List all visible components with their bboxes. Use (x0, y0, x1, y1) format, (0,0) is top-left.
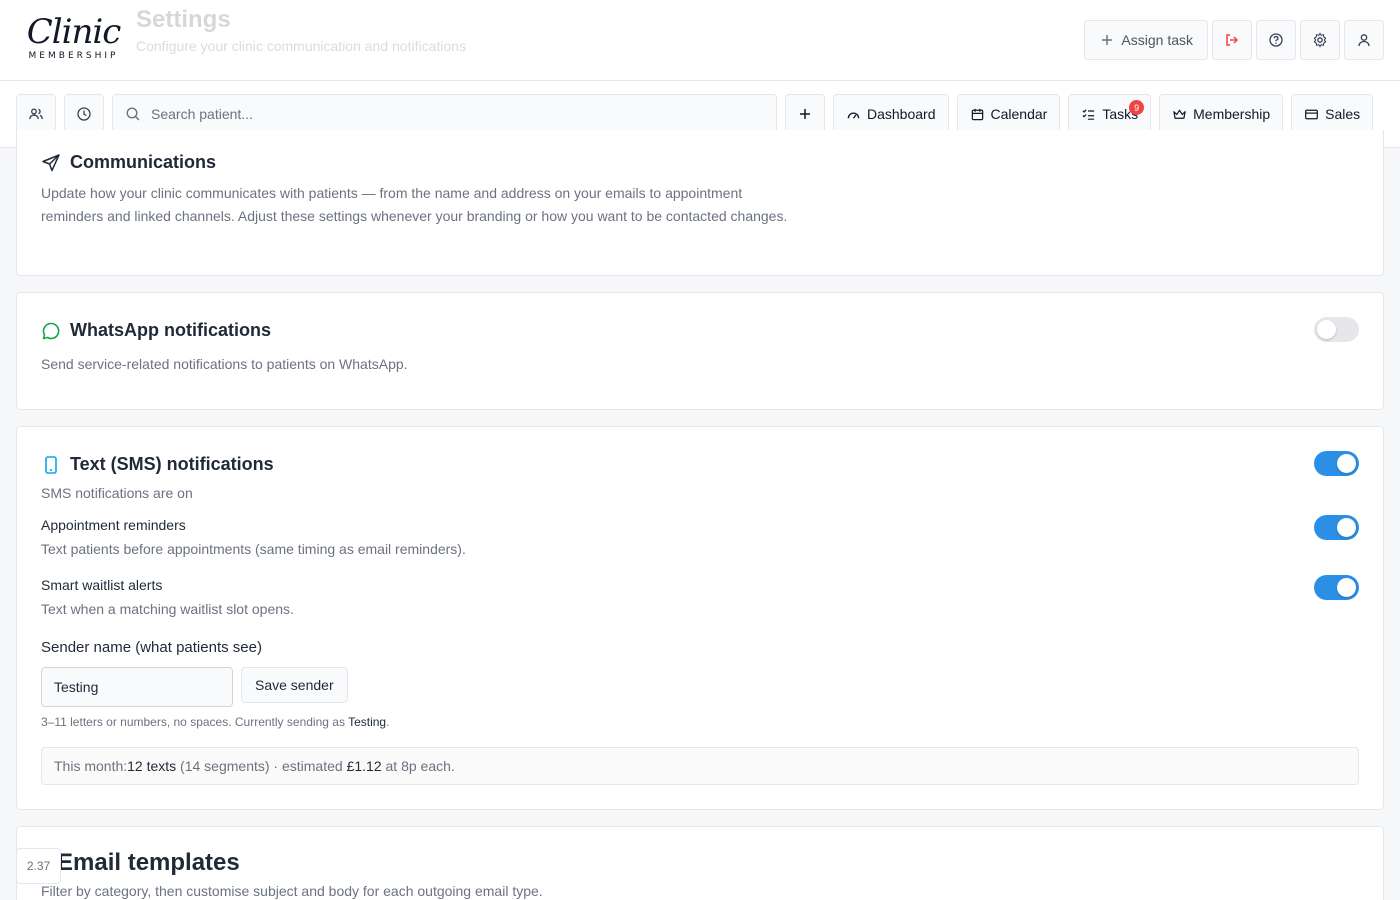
sms-toggle[interactable] (1314, 451, 1359, 476)
top-bar: Settings Configure your clinic communica… (0, 0, 1400, 81)
usage-prefix: This month: (54, 758, 128, 774)
communications-title: Communications (70, 152, 217, 172)
crown-icon (1173, 109, 1186, 119)
whatsapp-header: WhatsApp notifications (41, 320, 271, 341)
sms-status: SMS notifications are on (41, 485, 193, 501)
add-button[interactable] (785, 94, 825, 134)
nav-membership[interactable]: Membership (1159, 94, 1284, 134)
sender-hint: 3–11 letters or numbers, no spaces. Curr… (41, 715, 389, 729)
logo-script: Clinic (26, 12, 122, 52)
communications-header: Communications (41, 152, 216, 173)
waitlist-alerts-title: Smart waitlist alerts (41, 577, 163, 593)
waitlist-alerts-toggle[interactable] (1314, 575, 1359, 600)
toggle-knob (1337, 454, 1356, 473)
usage-cost: £1.12 (346, 758, 382, 774)
logout-icon (1226, 34, 1239, 46)
logout-button[interactable] (1212, 20, 1252, 60)
plus-icon (1102, 35, 1113, 45)
communications-card: Communications Update how your clinic co… (16, 130, 1384, 276)
settings-button[interactable] (1300, 20, 1340, 60)
email-templates-title: Email templates (57, 849, 240, 876)
sms-header: Text (SMS) notifications (41, 454, 274, 475)
tasks-count-badge: 9 (1129, 100, 1145, 115)
page-title: Settings (136, 6, 231, 33)
whatsapp-card: WhatsApp notifications Send service-rela… (16, 292, 1384, 410)
phone-icon (45, 455, 57, 474)
nav-membership-label: Membership (1193, 106, 1271, 122)
appointment-reminders-toggle[interactable] (1314, 515, 1359, 540)
nav-calendar[interactable]: Calendar (956, 94, 1061, 134)
nav-left (16, 94, 104, 134)
nav-tasks[interactable]: Tasks 9 (1068, 94, 1152, 134)
plus-icon (800, 109, 810, 119)
search-icon (126, 107, 140, 121)
gear-icon (1313, 32, 1327, 48)
help-button[interactable] (1256, 20, 1296, 60)
toggle-knob (1337, 518, 1356, 537)
assign-task-label: Assign task (1121, 32, 1193, 48)
gauge-icon (847, 112, 860, 119)
calendar-icon (971, 108, 983, 120)
logo-subtitle: MEMBERSHIP (28, 51, 119, 61)
nav-sales[interactable]: Sales (1291, 94, 1374, 134)
appointment-reminders-title: Appointment reminders (41, 517, 186, 533)
version-badge: 2.37 (16, 848, 61, 884)
user-icon (1358, 34, 1370, 47)
clock-icon (77, 107, 91, 121)
assign-task-button[interactable]: Assign task (1084, 20, 1208, 60)
patients-button[interactable] (16, 94, 56, 134)
nav-right: Dashboard Calendar Tasks 9 Membership Sa… (785, 94, 1374, 134)
sms-usage-summary: This month: 12 texts (14 segments) · est… (41, 747, 1359, 785)
usage-suffix: at 8p each. (381, 758, 455, 774)
clinic-logo[interactable]: Clinic MEMBERSHIP (16, 8, 131, 68)
usage-segments: (14 segments) · estimated (176, 758, 347, 774)
email-templates-card: Email templates Filter by category, then… (16, 826, 1384, 900)
toggle-knob (1337, 578, 1356, 597)
nav-dashboard[interactable]: Dashboard (833, 94, 949, 134)
sender-name-label: Sender name (what patients see) (41, 639, 262, 656)
page-subtitle: Configure your clinic communication and … (136, 38, 466, 54)
email-templates-description: Filter by category, then customise subje… (41, 883, 543, 899)
sender-hint-name: Testing (348, 715, 387, 729)
save-sender-button[interactable]: Save sender (241, 667, 348, 703)
top-actions: Assign task (1084, 20, 1384, 60)
help-icon (1269, 33, 1283, 47)
toggle-knob (1317, 320, 1336, 339)
whatsapp-toggle[interactable] (1314, 317, 1359, 342)
whatsapp-title: WhatsApp notifications (70, 320, 271, 340)
whatsapp-icon (42, 322, 60, 339)
sms-card: Text (SMS) notifications SMS notificatio… (16, 426, 1384, 810)
history-button[interactable] (64, 94, 104, 134)
search-bar (112, 94, 777, 134)
card-icon (1305, 109, 1319, 119)
sms-title: Text (SMS) notifications (70, 454, 274, 474)
waitlist-alerts-description: Text when a matching waitlist slot opens… (41, 601, 294, 617)
nav-calendar-label: Calendar (990, 106, 1048, 122)
usage-texts: 12 texts (127, 758, 177, 774)
send-icon (42, 153, 60, 171)
nav-sales-label: Sales (1325, 106, 1361, 122)
search-input[interactable] (151, 106, 751, 122)
users-icon (29, 108, 43, 120)
appointment-reminders-description: Text patients before appointments (same … (41, 541, 466, 557)
nav-dashboard-label: Dashboard (867, 106, 936, 122)
whatsapp-description: Send service-related notifications to pa… (41, 356, 408, 372)
checklist-icon (1082, 108, 1095, 120)
sender-name-input[interactable] (41, 667, 233, 707)
sender-hint-suffix: . (386, 715, 390, 729)
sender-hint-prefix: 3–11 letters or numbers, no spaces. Curr… (41, 715, 349, 729)
profile-button[interactable] (1344, 20, 1384, 60)
communications-description: Update how your clinic communicates with… (41, 185, 788, 224)
